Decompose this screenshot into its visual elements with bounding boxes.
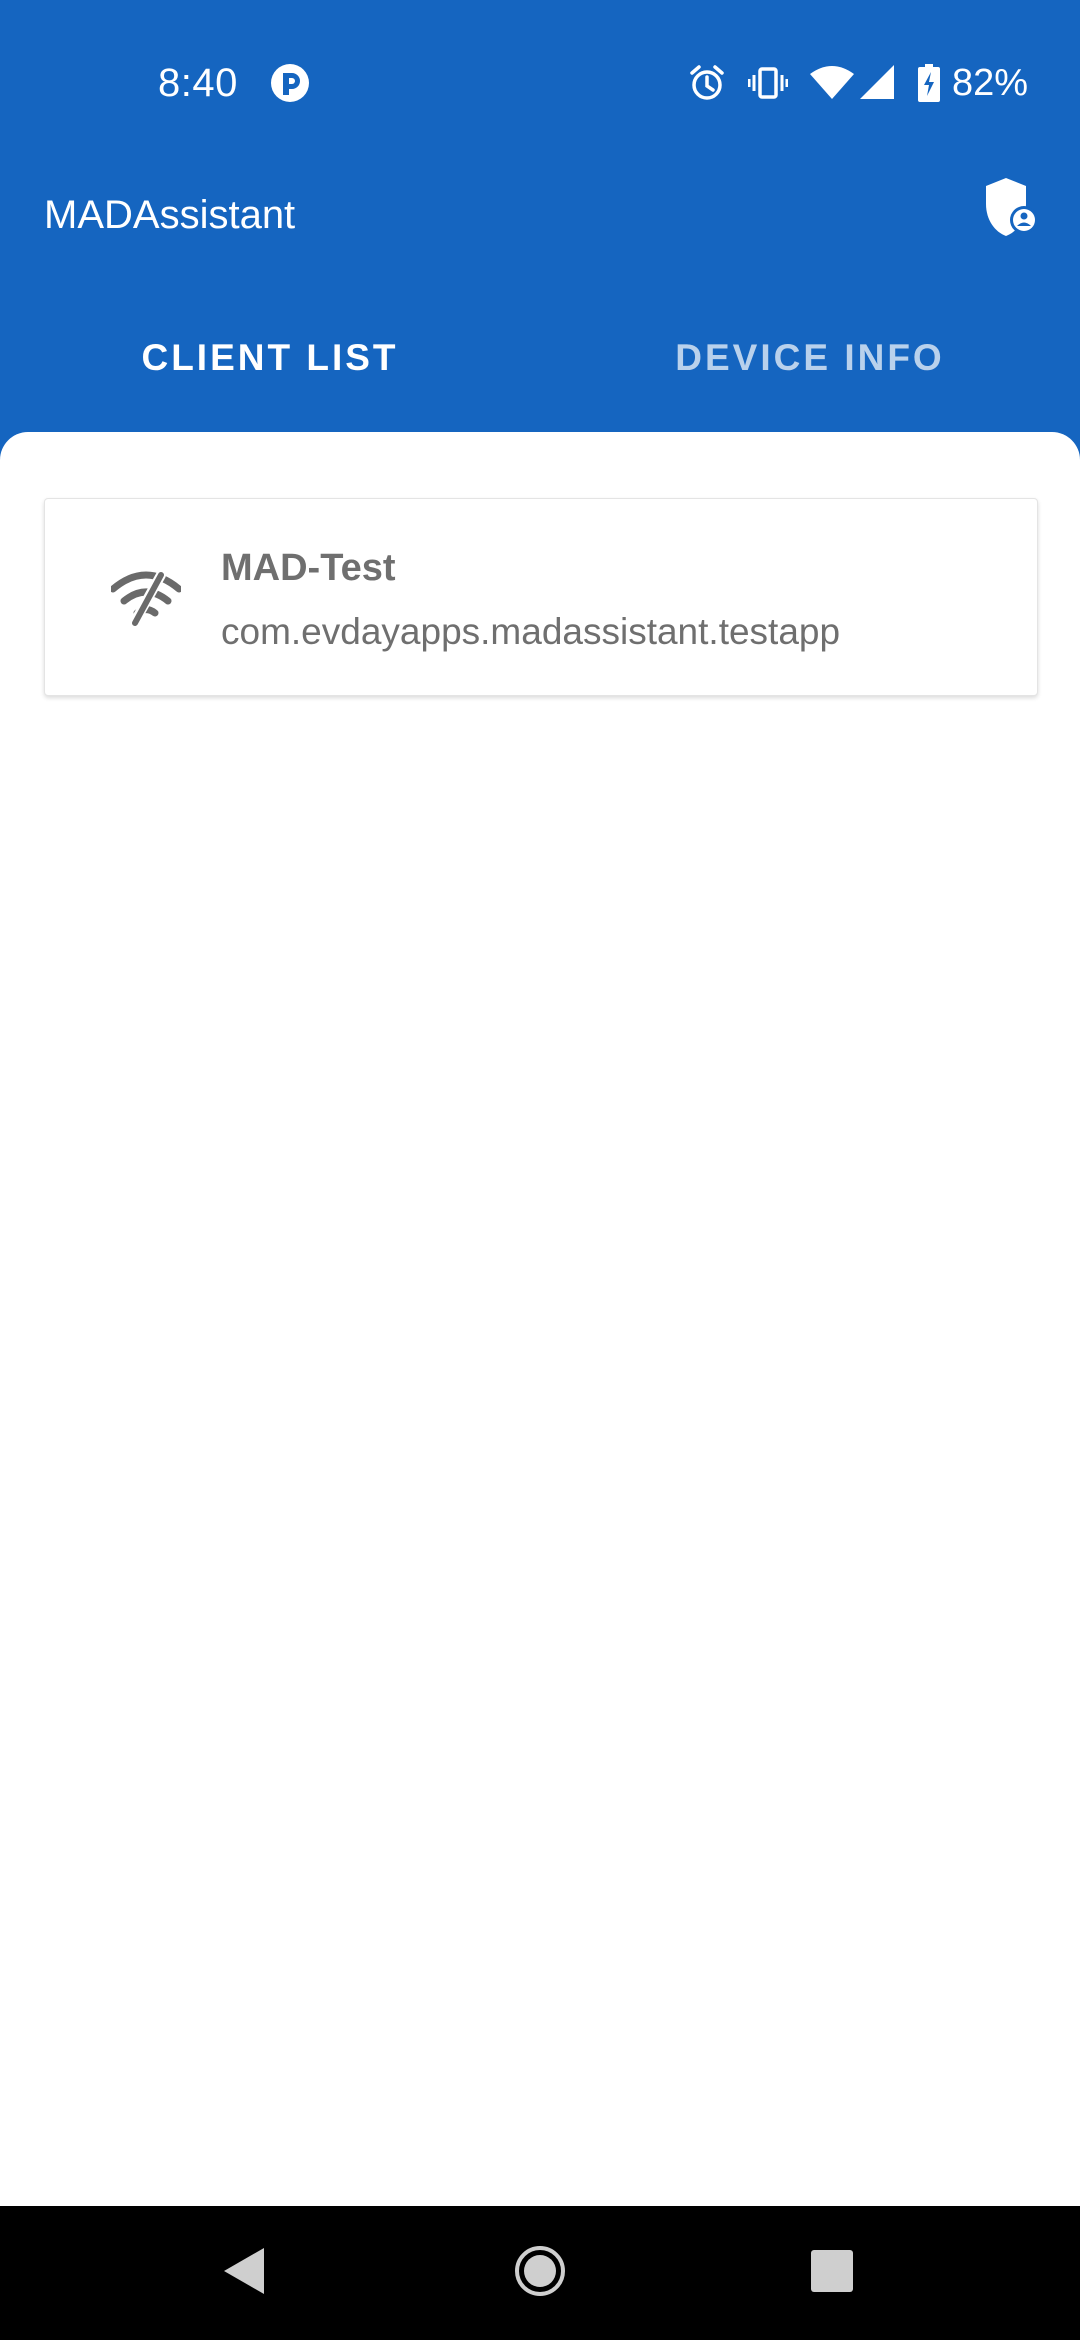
back-button[interactable] xyxy=(170,2206,320,2340)
back-icon xyxy=(222,2246,268,2301)
client-list-item[interactable]: MAD-Test com.evdayapps.madassistant.test… xyxy=(44,498,1038,696)
home-icon xyxy=(514,2245,566,2302)
client-package: com.evdayapps.madassistant.testapp xyxy=(221,611,841,652)
tab-device-info[interactable]: DEVICE INFO xyxy=(540,306,1080,410)
recents-icon xyxy=(810,2249,854,2298)
status-icons: 82% xyxy=(688,58,1028,108)
tab-client-list[interactable]: CLIENT LIST xyxy=(0,306,540,410)
client-name: MAD-Test xyxy=(221,547,396,589)
wifi-off-icon xyxy=(109,567,183,630)
app-bar: MADAssistant xyxy=(0,168,1080,260)
app-title: MADAssistant xyxy=(44,193,296,237)
navigation-bar xyxy=(0,2206,1080,2340)
alarm-icon xyxy=(688,63,726,103)
battery-charging-icon xyxy=(917,64,940,102)
app-notification-icon xyxy=(270,63,310,103)
tab-bar: CLIENT LIST DEVICE INFO xyxy=(0,306,1080,410)
recents-button[interactable] xyxy=(757,2206,907,2340)
home-button[interactable] xyxy=(465,2206,615,2340)
shield-account-icon[interactable] xyxy=(984,176,1040,240)
cell-signal-icon xyxy=(859,65,896,101)
status-bar: 8:40 82% xyxy=(0,0,1080,168)
vibrate-icon xyxy=(747,65,788,101)
content-area: MAD-Test com.evdayapps.madassistant.test… xyxy=(0,432,1080,2206)
status-time: 8:40 xyxy=(158,61,238,105)
battery-percentage: 82% xyxy=(951,62,1028,104)
wifi-icon xyxy=(809,65,854,101)
